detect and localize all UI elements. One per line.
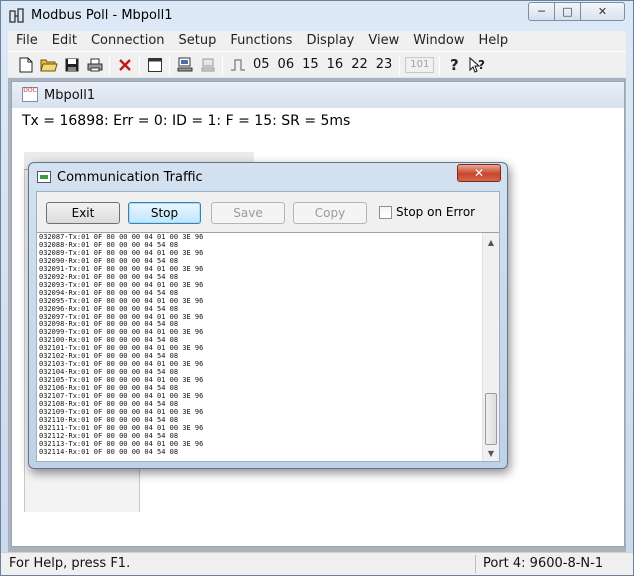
menu-file[interactable]: File — [8, 31, 45, 51]
toolbar-separator — [399, 54, 401, 75]
toolbar-separator — [222, 54, 223, 75]
document-icon: DOC — [22, 87, 38, 102]
maximize-button[interactable]: □ — [554, 2, 581, 21]
dialog-body: Exit Stop Save Copy Stop on Error 032087… — [36, 191, 500, 462]
fc06-button[interactable]: 06 — [274, 54, 299, 76]
menu-view[interactable]: View — [361, 31, 406, 51]
toolbar: 05 06 15 16 22 23 101 ? ? — [8, 51, 626, 77]
status-bar: For Help, press F1. Port 4: 9600-8-N-1 — [1, 552, 633, 575]
stop-button[interactable]: Stop — [128, 202, 201, 224]
window-icon[interactable] — [143, 54, 166, 76]
poll-status-line: Tx = 16898: Err = 0: ID = 1: F = 15: SR … — [22, 113, 351, 129]
save-icon[interactable] — [60, 54, 83, 76]
minimize-button[interactable]: ─ — [528, 2, 555, 21]
context-help-icon[interactable]: ? — [466, 54, 489, 76]
scroll-down-button[interactable]: ▼ — [483, 445, 499, 461]
new-doc-icon[interactable] — [14, 54, 37, 76]
fc15-button[interactable]: 15 — [298, 54, 323, 76]
dialog-close-button[interactable]: ✕ — [457, 164, 501, 182]
status-divider — [475, 555, 476, 573]
child-title-bar[interactable]: DOC Mbpoll1 — [12, 82, 624, 108]
toolbar-separator — [139, 54, 140, 75]
fc05-button[interactable]: 05 — [249, 54, 274, 76]
help-hint: For Help, press F1. — [9, 556, 131, 571]
window-title: Modbus Poll - Mbpoll1 — [31, 8, 173, 23]
copy-button[interactable]: Copy — [293, 202, 367, 224]
scroll-thumb[interactable] — [485, 393, 497, 445]
scroll-down-icon: ▼ — [487, 448, 495, 458]
help-icon[interactable]: ? — [443, 54, 466, 76]
menu-setup[interactable]: Setup — [172, 31, 224, 51]
menu-window[interactable]: Window — [406, 31, 471, 51]
title-bar[interactable]: Modbus Poll - Mbpoll1 ─ □ ✕ — [1, 1, 633, 31]
traffic-log[interactable]: 032087-Tx:01 0F 00 00 00 04 01 00 3E 96 0… — [37, 232, 499, 461]
port-status: Port 4: 9600-8-N-1 — [483, 556, 604, 571]
communication-traffic-dialog: Communication Traffic ✕ Exit Stop Save C… — [28, 162, 508, 469]
menu-display[interactable]: Display — [299, 31, 361, 51]
svg-text:?: ? — [478, 58, 485, 72]
connect-icon[interactable] — [173, 54, 196, 76]
close-icon: ✕ — [473, 166, 485, 180]
log-scrollbar[interactable]: ▲ ▼ — [482, 233, 499, 461]
fc16-button[interactable]: 16 — [323, 54, 348, 76]
open-folder-icon[interactable] — [37, 54, 60, 76]
dialog-title: Communication Traffic — [57, 170, 203, 185]
disconnect-icon[interactable] — [196, 54, 219, 76]
stop-on-error-label[interactable]: Stop on Error — [396, 205, 475, 219]
toolbar-separator — [109, 54, 110, 75]
traffic-log-lines: 032087-Tx:01 0F 00 00 00 04 01 00 3E 96 0… — [39, 233, 479, 457]
close-button[interactable]: ✕ — [580, 2, 625, 21]
exit-button[interactable]: Exit — [46, 202, 120, 224]
save-button[interactable]: Save — [211, 202, 285, 224]
modbus-app-icon — [9, 8, 24, 23]
menu-functions[interactable]: Functions — [223, 31, 299, 51]
minimize-icon: ─ — [538, 5, 545, 18]
traffic-log-line: 032114-Rx:01 0F 00 00 00 04 54 08 — [39, 447, 179, 456]
toolbar-separator — [439, 54, 441, 75]
child-window-title: Mbpoll1 — [44, 88, 96, 103]
scroll-up-icon: ▲ — [487, 237, 495, 247]
scroll-up-button[interactable]: ▲ — [483, 234, 499, 250]
print-icon[interactable] — [83, 54, 106, 76]
menu-bar: File Edit Connection Setup Functions Dis… — [8, 31, 626, 51]
fc23-button[interactable]: 23 — [372, 54, 397, 76]
menu-help[interactable]: Help — [471, 31, 515, 51]
menu-edit[interactable]: Edit — [45, 31, 84, 51]
toolbar-separator — [169, 54, 170, 75]
maximize-icon: □ — [562, 5, 573, 18]
svg-text:?: ? — [450, 57, 459, 73]
traffic-icon — [37, 171, 51, 183]
fc22-button[interactable]: 22 — [347, 54, 372, 76]
binary-display-button[interactable]: 101 — [405, 56, 435, 73]
dialog-title-bar[interactable]: Communication Traffic ✕ — [29, 163, 507, 189]
stop-on-error-checkbox[interactable] — [379, 206, 392, 219]
menu-connection[interactable]: Connection — [84, 31, 172, 51]
close-icon: ✕ — [597, 5, 608, 18]
delete-icon[interactable] — [113, 54, 136, 76]
pulse-icon[interactable] — [226, 54, 249, 76]
